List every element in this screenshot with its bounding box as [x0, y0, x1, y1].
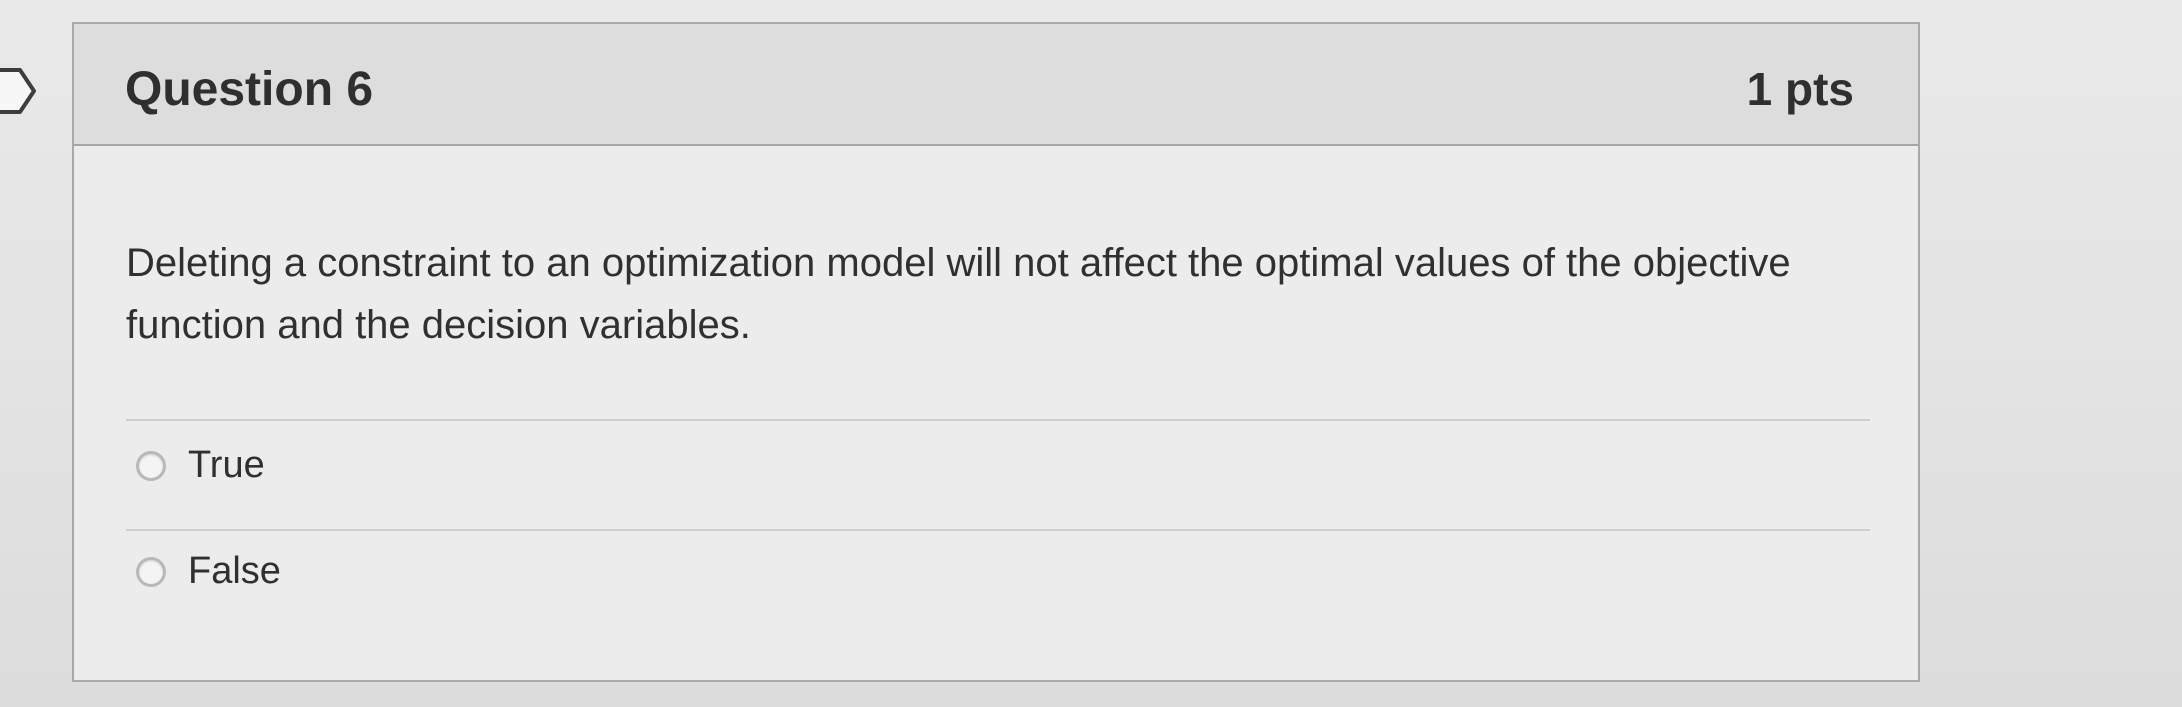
answer-label-true: True	[188, 444, 265, 486]
answer-option-true[interactable]: True	[136, 444, 265, 487]
question-flag-icon[interactable]	[0, 64, 52, 118]
radio-button-icon[interactable]	[136, 556, 166, 587]
question-card: Question 6 1 pts Deleting a constraint t…	[72, 22, 1920, 682]
answer-divider	[126, 419, 1870, 421]
radio-button-icon[interactable]	[136, 450, 166, 481]
question-header: Question 6 1 pts	[74, 24, 1918, 146]
answer-divider	[126, 529, 1870, 531]
answer-option-false[interactable]: False	[136, 550, 281, 593]
answer-label-false: False	[188, 550, 281, 592]
question-title: Question 6	[125, 63, 374, 116]
question-text: Deleting a constraint to an optimization…	[126, 241, 1791, 347]
question-points: 1 pts	[1746, 63, 1854, 115]
